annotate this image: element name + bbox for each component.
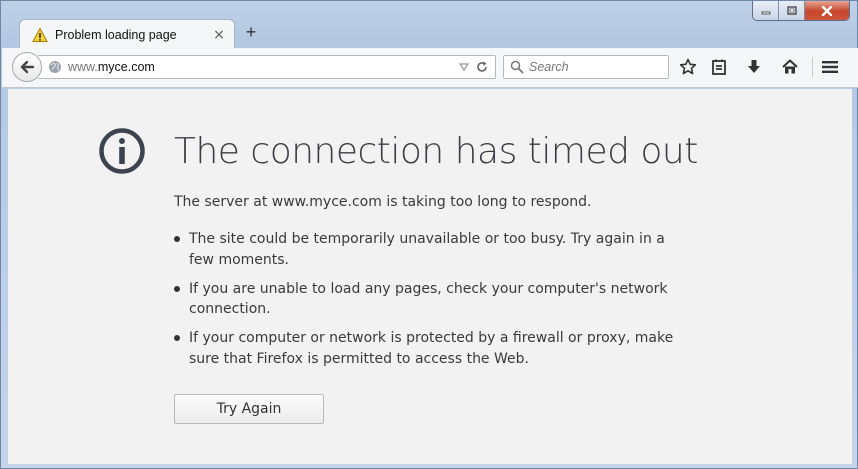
url-text[interactable]: www.myce.com bbox=[68, 60, 457, 74]
try-again-button[interactable]: Try Again bbox=[174, 394, 324, 424]
downloads-button[interactable] bbox=[743, 56, 765, 78]
reading-list-button[interactable] bbox=[708, 56, 730, 78]
navigation-toolbar: www.myce.com Search bbox=[2, 48, 858, 88]
suggestions-list: The site could be temporarily unavailabl… bbox=[174, 229, 694, 378]
list-item: If you are unable to load any pages, che… bbox=[174, 279, 694, 320]
home-button[interactable] bbox=[779, 56, 801, 78]
tab-close-button[interactable]: × bbox=[212, 27, 226, 43]
error-page: The connection has timed out The server … bbox=[8, 89, 852, 464]
tab-title: Problem loading page bbox=[55, 27, 177, 42]
bookmark-star-icon bbox=[679, 58, 697, 75]
globe-icon bbox=[49, 61, 61, 73]
download-icon bbox=[748, 60, 760, 73]
home-icon bbox=[782, 59, 798, 74]
menu-button[interactable] bbox=[819, 56, 841, 78]
bookmark-button[interactable] bbox=[677, 56, 699, 78]
search-icon bbox=[510, 60, 524, 74]
error-description: The server at www.myce.com is taking too… bbox=[174, 194, 592, 210]
list-item: The site could be temporarily unavailabl… bbox=[174, 229, 694, 270]
search-placeholder: Search bbox=[529, 60, 569, 74]
info-icon bbox=[99, 128, 145, 174]
url-prefix: www. bbox=[68, 60, 98, 74]
reload-icon[interactable] bbox=[475, 60, 489, 74]
new-tab-button[interactable]: + bbox=[241, 23, 261, 43]
tab-strip: Problem loading page × + bbox=[1, 15, 857, 49]
browser-window: Problem loading page × + www.myce.com Se… bbox=[0, 0, 858, 469]
close-icon bbox=[821, 5, 833, 16]
minimize-icon bbox=[761, 11, 770, 14]
search-input[interactable]: Search bbox=[503, 55, 669, 79]
warning-icon bbox=[32, 26, 48, 42]
reading-list-icon bbox=[712, 59, 726, 75]
dropdown-icon[interactable] bbox=[457, 60, 471, 74]
back-button[interactable] bbox=[12, 52, 42, 82]
maximize-icon bbox=[786, 6, 797, 15]
toolbar-separator bbox=[812, 57, 813, 77]
menu-icon bbox=[822, 61, 838, 73]
url-bar[interactable]: www.myce.com bbox=[38, 55, 496, 79]
tab-problem-loading[interactable]: Problem loading page × bbox=[19, 19, 235, 49]
url-domain: myce.com bbox=[97, 60, 155, 74]
list-item: If your computer or network is protected… bbox=[174, 328, 694, 369]
back-arrow-icon bbox=[20, 60, 35, 74]
page-title: The connection has timed out bbox=[174, 131, 698, 172]
